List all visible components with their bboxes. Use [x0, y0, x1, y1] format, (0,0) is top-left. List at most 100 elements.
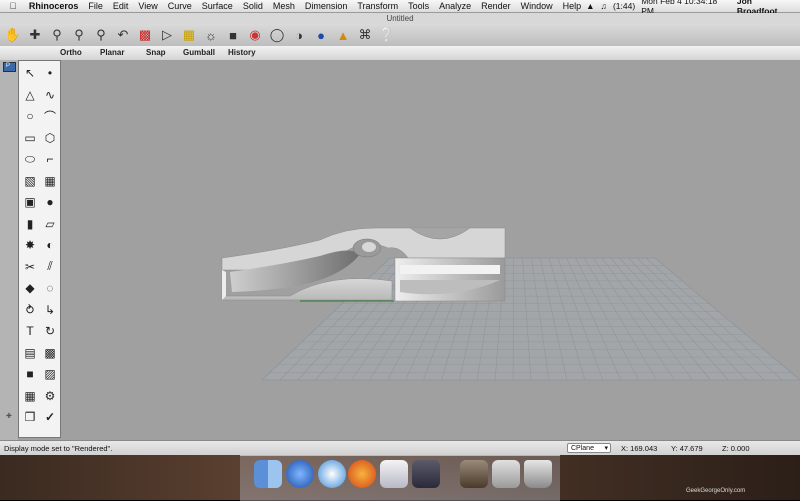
render-icon[interactable]: ▲: [334, 26, 352, 44]
surface-icon[interactable]: ▧: [21, 173, 39, 189]
menu-window[interactable]: Window: [516, 1, 558, 11]
mesh-icon[interactable]: ▨: [41, 366, 59, 382]
solid-box-icon[interactable]: ▣: [21, 194, 39, 210]
watermark: GeekGeorgeOnly.com: [686, 488, 746, 494]
array-icon[interactable]: ▩: [41, 345, 59, 361]
coord-z: Z: 0.000: [722, 444, 750, 453]
rebuild-icon[interactable]: ⥁: [21, 302, 39, 318]
extrude-icon[interactable]: ▮: [21, 216, 39, 232]
menu-file[interactable]: File: [83, 1, 108, 11]
wifi-icon[interactable]: ▲: [586, 1, 594, 11]
zoom-extents-icon[interactable]: ⚲: [92, 26, 110, 44]
menu-solid[interactable]: Solid: [238, 1, 268, 11]
tab-planar[interactable]: Planar: [100, 48, 124, 57]
apple-menu-icon[interactable]: : [8, 1, 18, 11]
car-icon[interactable]: ▩: [136, 26, 154, 44]
fillet-icon[interactable]: ⌐: [41, 151, 59, 167]
layers-icon[interactable]: ▦: [180, 26, 198, 44]
zoom-icon[interactable]: ⚲: [48, 26, 66, 44]
coord-y: Y: 47.679: [671, 444, 703, 453]
grid-icon[interactable]: ▦: [21, 388, 39, 404]
zoom-window-icon[interactable]: ⚲: [70, 26, 88, 44]
firefox-icon[interactable]: [348, 460, 376, 488]
analyze-icon[interactable]: ❒: [21, 409, 39, 425]
axis-indicator-icon: ✚: [6, 413, 12, 420]
safari-icon[interactable]: [318, 460, 346, 488]
menu-rhinoceros[interactable]: Rhinoceros: [24, 1, 84, 11]
rotate-view-icon[interactable]: ✚: [26, 26, 44, 44]
finder-icon[interactable]: [254, 460, 282, 488]
smooth-icon[interactable]: ◌: [41, 280, 59, 296]
viewport-menu-button[interactable]: P: [3, 62, 16, 72]
rhino-icon[interactable]: [412, 460, 440, 488]
trim-icon[interactable]: ✂: [21, 259, 39, 275]
text-icon[interactable]: T: [21, 323, 39, 339]
perspective-viewport[interactable]: P ↖ • △ ∿ ○ ⌒ ▭ ⬡ ⬭ ⌐ ▧ ▦ ▣ ● ▮ ▱ ✸ ◐ ✂ ⫽ ◆ ◌ ⥁ ↳ T ↻ ▤ ▩ ■ ▨ ▦ ⚙ ❒ ✓ ✚: [0, 60, 800, 440]
downloads-stack-icon[interactable]: [492, 460, 520, 488]
trash-icon[interactable]: [524, 460, 552, 488]
tab-history[interactable]: History: [228, 48, 256, 57]
color-wheel-icon[interactable]: ◉: [246, 26, 264, 44]
window-title: Untitled: [0, 13, 800, 24]
group-icon[interactable]: ▤: [21, 345, 39, 361]
point-icon[interactable]: •: [41, 65, 59, 81]
menu-mesh[interactable]: Mesh: [268, 1, 300, 11]
xcode-icon[interactable]: [380, 460, 408, 488]
menu-curve[interactable]: Curve: [163, 1, 197, 11]
tab-ortho[interactable]: Ortho: [60, 48, 82, 57]
explode-icon[interactable]: ✸: [21, 237, 39, 253]
network-icon[interactable]: ▦: [41, 173, 59, 189]
tool-palette: ↖ • △ ∿ ○ ⌒ ▭ ⬡ ⬭ ⌐ ▧ ▦ ▣ ● ▮ ▱ ✸ ◐ ✂ ⫽ ◆ ◌ ⥁ ↳ T ↻ ▤ ▩ ■ ▨ ▦ ⚙ ❒ ✓: [18, 60, 61, 438]
menu-help[interactable]: Help: [558, 1, 587, 11]
offset-icon[interactable]: ↳: [41, 302, 59, 318]
solid-sphere-icon[interactable]: ●: [41, 194, 59, 210]
rotate-icon[interactable]: ↻: [41, 323, 59, 339]
select-icon[interactable]: ▷: [158, 26, 176, 44]
menu-tools[interactable]: Tools: [403, 1, 434, 11]
boolean-icon[interactable]: ◐: [41, 237, 59, 253]
polygon-icon[interactable]: ⬡: [41, 130, 59, 146]
cplane-select[interactable]: CPlane ▾: [567, 443, 611, 453]
menu-render[interactable]: Render: [476, 1, 516, 11]
menu-bar:  Rhinoceros File Edit View Curve Surfac…: [0, 0, 800, 16]
sphere-render-icon[interactable]: ●: [312, 26, 330, 44]
photos-icon[interactable]: [460, 460, 488, 488]
pan-icon[interactable]: ✋: [4, 26, 22, 44]
itunes-icon[interactable]: [286, 460, 314, 488]
model-3d[interactable]: [221, 227, 506, 302]
menu-analyze[interactable]: Analyze: [434, 1, 476, 11]
tab-snap[interactable]: Snap: [146, 48, 166, 57]
select-arrow-icon[interactable]: ↖: [21, 65, 39, 81]
sphere-wireframe-icon[interactable]: ◯: [268, 26, 286, 44]
render-props-icon[interactable]: ⚙: [41, 388, 59, 404]
check-icon[interactable]: ✓: [41, 409, 59, 425]
sphere-shaded-icon[interactable]: ◑: [290, 26, 308, 44]
menu-view[interactable]: View: [133, 1, 162, 11]
status-bar: Display mode set to "Rendered". CPlane ▾ …: [0, 440, 800, 456]
volume-icon[interactable]: ♫: [601, 1, 607, 11]
menu-dimension[interactable]: Dimension: [300, 1, 353, 11]
lock-icon[interactable]: ■: [224, 26, 242, 44]
ellipse-icon[interactable]: ⬭: [21, 151, 39, 167]
block-icon[interactable]: ■: [21, 366, 39, 382]
curve-icon[interactable]: ∿: [41, 87, 59, 103]
viewport-canvas[interactable]: [0, 60, 800, 440]
battery-status[interactable]: (1:44): [613, 1, 635, 11]
polyline-icon[interactable]: △: [21, 87, 39, 103]
menu-transform[interactable]: Transform: [352, 1, 403, 11]
patch-icon[interactable]: ▱: [41, 216, 59, 232]
help-icon[interactable]: ❔: [378, 26, 396, 44]
command-icon[interactable]: ⌘: [356, 26, 374, 44]
menu-surface[interactable]: Surface: [197, 1, 238, 11]
rectangle-icon[interactable]: ▭: [21, 130, 39, 146]
tab-gumball[interactable]: Gumball: [183, 48, 215, 57]
color-solid-icon[interactable]: ◆: [21, 280, 39, 296]
status-message: Display mode set to "Rendered".: [4, 444, 113, 453]
circle-icon[interactable]: ○: [21, 108, 39, 124]
main-toolbar: ✋ ✚ ⚲ ⚲ ⚲ ↶ ▩ ▷ ▦ ☼ ■ ◉ ◯ ◑ ● ▲ ⌘ ❔: [0, 24, 800, 46]
light-icon[interactable]: ☼: [202, 26, 220, 44]
split-icon[interactable]: ⫽: [41, 259, 59, 275]
undo-view-icon[interactable]: ↶: [114, 26, 132, 44]
menu-edit[interactable]: Edit: [108, 1, 134, 11]
arc-icon[interactable]: ⌒: [41, 108, 59, 124]
